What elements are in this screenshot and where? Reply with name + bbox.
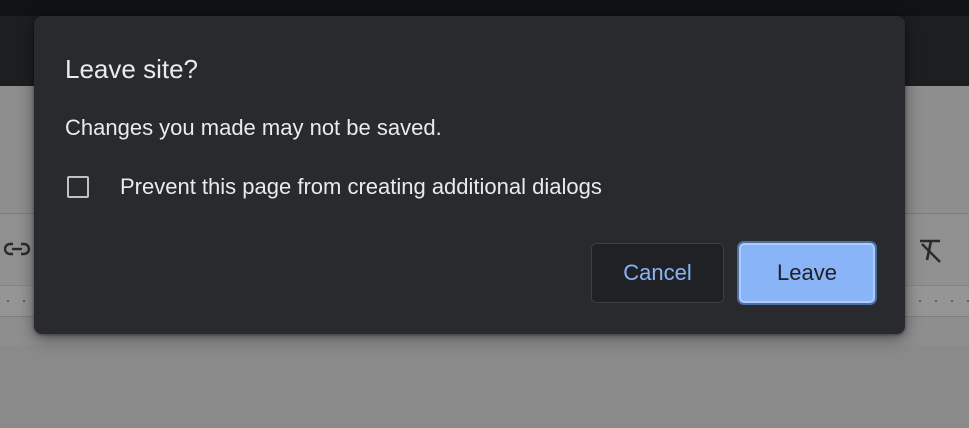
prevent-dialogs-option[interactable]: Prevent this page from creating addition… (67, 173, 602, 201)
clear-formatting-icon (916, 236, 946, 264)
document-body-area (0, 345, 969, 428)
prevent-dialogs-checkbox[interactable] (67, 176, 89, 198)
cancel-button[interactable]: Cancel (591, 243, 724, 303)
dialog-title: Leave site? (65, 54, 198, 84)
leave-site-dialog: Leave site? Changes you made may not be … (34, 16, 905, 334)
prevent-dialogs-label[interactable]: Prevent this page from creating addition… (120, 174, 602, 200)
leave-button[interactable]: Leave (739, 243, 875, 303)
link-icon (3, 236, 34, 262)
browser-tab-strip (0, 0, 969, 16)
dialog-message: Changes you made may not be saved. (65, 115, 442, 140)
